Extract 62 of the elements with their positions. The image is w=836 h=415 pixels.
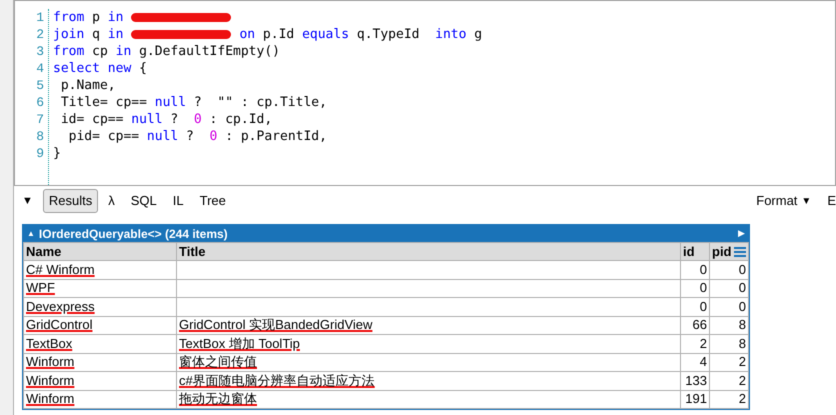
table-cell: 窗体之间传值 [176, 353, 680, 372]
toolbar-item[interactable]: E [827, 191, 836, 211]
table-cell: 0 [680, 298, 710, 316]
table-cell: 8 [710, 316, 748, 334]
code-line: from cp in g.DefaultIfEmpty() [53, 43, 281, 60]
table-cell: Winform [24, 390, 176, 408]
menu-icon[interactable] [734, 247, 746, 258]
column-header[interactable]: Title [176, 242, 680, 260]
results-tab[interactable]: IL [166, 189, 190, 213]
line-number: 1 [36, 9, 44, 26]
column-header[interactable]: pid [710, 242, 748, 260]
code-line: Title= cp== null ? "" : cp.Title, [60, 94, 328, 111]
table-cell: 0 [710, 279, 748, 298]
table-cell: 2 [710, 372, 748, 390]
table-cell: 2 [710, 353, 748, 372]
table-cell: c#界面随电脑分辨率自动适应方法 [176, 372, 680, 390]
format-menu[interactable]: Format ▼ [752, 191, 816, 211]
code-line: pid= cp== null ? 0 : p.ParentId, [68, 128, 328, 145]
table-cell: 4 [680, 353, 710, 372]
table-cell: 2 [710, 390, 748, 408]
table-cell: 0 [680, 279, 710, 298]
table-cell: WPF [24, 279, 176, 298]
table-cell: Winform [24, 372, 176, 390]
results-header[interactable]: ▲ IOrderedQueryable<> (244 items) ▶ [23, 225, 749, 242]
results-tab[interactable]: Results [42, 189, 98, 213]
line-number: 6 [36, 94, 44, 111]
code-line: } [53, 145, 62, 162]
table-cell: GridControl [24, 316, 176, 334]
table-cell: Devexpress [24, 298, 176, 316]
table-cell: 0 [710, 260, 748, 279]
code-line: select new { [53, 60, 148, 77]
table-cell: 191 [680, 390, 710, 408]
code-line: from p in [53, 9, 482, 26]
line-number: 5 [36, 77, 44, 94]
line-number: 7 [36, 111, 44, 128]
table-cell: TextBox [24, 334, 176, 353]
results-tab[interactable]: SQL [124, 189, 163, 213]
line-number: 9 [36, 145, 44, 162]
table-cell: 0 [680, 260, 710, 279]
column-header[interactable]: Name [24, 242, 176, 260]
table-cell: 拖动无边窗体 [176, 390, 680, 408]
code-line: join q in on p.Id equals q.TypeId into g [53, 26, 482, 43]
table-cell: 0 [710, 298, 748, 316]
code-editor[interactable] [14, 0, 836, 186]
line-number: 2 [36, 26, 44, 43]
table-cell: C# Winform [24, 260, 176, 279]
results-tab[interactable]: Tree [194, 189, 232, 213]
table-cell: Winform [24, 353, 176, 372]
code-line: id= cp== null ? 0 : cp.Id, [60, 111, 274, 128]
table-cell: GridControl 实现BandedGridView [176, 316, 680, 334]
code-line: p.Name, [60, 77, 117, 94]
table-cell: 8 [710, 334, 748, 353]
results-tab[interactable]: λ [102, 189, 121, 213]
line-number: 4 [36, 60, 44, 77]
table-cell: TextBox 增加 ToolTip [176, 334, 680, 353]
collapse-toggle[interactable]: ▼ [22, 192, 33, 210]
table-cell: 66 [680, 316, 710, 334]
table-cell: 133 [680, 372, 710, 390]
line-number: 8 [36, 128, 44, 145]
column-header[interactable]: id [680, 242, 710, 260]
line-number: 3 [36, 43, 44, 60]
table-cell: 2 [680, 334, 710, 353]
